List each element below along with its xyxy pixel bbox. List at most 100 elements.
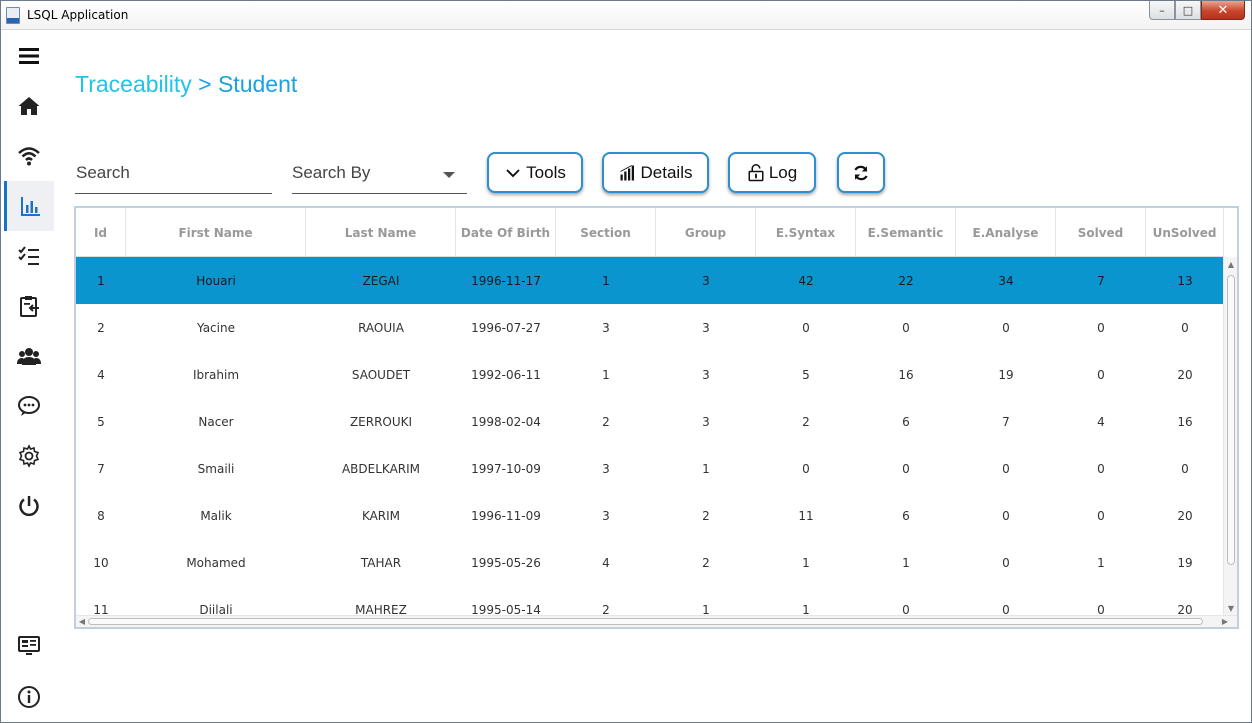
cell-e-analyse: 7 (1002, 414, 1010, 429)
table-row[interactable]: 7 Smaili ABDELKARIM 1997-10-09 3 1 0 0 0 0 0 (76, 445, 1224, 492)
column-header-e-analyse[interactable]: E.Analyse (956, 208, 1056, 257)
cell-solved: 0 (1097, 367, 1105, 382)
breadcrumb-root[interactable]: Traceability (75, 71, 192, 97)
scroll-up-icon[interactable]: ▲ (1224, 257, 1237, 271)
table-row-selected[interactable]: 1 Houari ZEGAI 1996-11-17 1 3 42 22 34 7 13 (76, 257, 1224, 304)
cell-e-semantic: 0 (902, 602, 910, 615)
title-bar[interactable]: LSQL Application – □ ✕ (1, 1, 1251, 30)
search-by-label: Search By (292, 163, 371, 182)
close-button[interactable]: ✕ (1201, 1, 1245, 20)
wifi-icon[interactable] (4, 131, 54, 181)
cell-e-analyse: 0 (1002, 320, 1010, 335)
signal-bars-icon (619, 164, 634, 180)
cell-unsolved: 20 (1177, 367, 1193, 382)
cell-date-of-birth: 1996-11-09 (471, 508, 541, 523)
log-button[interactable]: Log (728, 152, 816, 193)
cell-first-name: Houari (196, 273, 236, 288)
cell-e-analyse: 0 (1002, 602, 1010, 615)
cell-group: 2 (702, 508, 710, 523)
cell-e-analyse: 0 (1002, 508, 1010, 523)
cell-e-semantic: 22 (898, 273, 914, 288)
cell-group: 3 (702, 367, 710, 382)
cell-group: 3 (702, 414, 710, 429)
scroll-down-icon[interactable]: ▼ (1224, 601, 1237, 615)
cell-group: 3 (702, 273, 710, 288)
cell-solved: 0 (1097, 508, 1105, 523)
cell-e-analyse: 34 (998, 273, 1014, 288)
table-body: 1 Houari ZEGAI 1996-11-17 1 3 42 22 34 7 13 2 Yacine… (76, 257, 1224, 614)
cell-id: 4 (97, 367, 105, 382)
vertical-scroll-thumb[interactable] (1227, 275, 1235, 565)
info-icon[interactable] (4, 672, 54, 722)
cell-first-name: Djilali (199, 602, 233, 615)
cell-e-semantic: 6 (902, 508, 910, 523)
gear-icon[interactable] (4, 431, 54, 481)
cell-date-of-birth: 1998-02-04 (471, 414, 541, 429)
cell-e-analyse: 0 (1002, 555, 1010, 570)
tools-button[interactable]: Tools (487, 152, 583, 193)
column-header-e-syntax[interactable]: E.Syntax (756, 208, 856, 257)
window-title: LSQL Application (27, 8, 129, 22)
search-field (75, 156, 272, 194)
cell-e-analyse: 0 (1002, 461, 1010, 476)
horizontal-scrollbar[interactable]: ◀ ▶ (76, 615, 1237, 627)
cell-e-syntax: 0 (802, 320, 810, 335)
cell-section: 2 (602, 602, 610, 615)
scroll-right-icon[interactable]: ▶ (1219, 616, 1231, 627)
column-header-last-name[interactable]: Last Name (306, 208, 456, 257)
dashboard-icon[interactable] (4, 621, 54, 671)
details-button[interactable]: Details (602, 152, 709, 193)
cell-solved: 0 (1097, 602, 1105, 615)
sidebar (1, 31, 56, 722)
column-header-solved[interactable]: Solved (1056, 208, 1146, 257)
table-row[interactable]: 5 Nacer ZERROUKI 1998-02-04 2 3 2 6 7 4 16 (76, 398, 1224, 445)
users-icon[interactable] (4, 331, 54, 381)
table-row[interactable]: 2 Yacine RAOUIA 1996-07-27 3 3 0 0 0 0 0 (76, 304, 1224, 351)
vertical-scrollbar[interactable]: ▲ ▼ (1223, 257, 1237, 615)
app-logo-icon (6, 7, 20, 24)
cell-first-name: Malik (200, 508, 232, 523)
column-header-group[interactable]: Group (656, 208, 756, 257)
cell-first-name: Nacer (198, 414, 234, 429)
cell-e-syntax: 11 (798, 508, 814, 523)
column-header-first-name[interactable]: First Name (126, 208, 306, 257)
minimize-button[interactable]: – (1149, 1, 1175, 20)
table-row[interactable]: 11 Djilali MAHREZ 1995-05-14 2 1 1 0 0 0 20 (76, 586, 1224, 615)
refresh-button[interactable] (837, 152, 885, 193)
menu-icon[interactable] (4, 31, 54, 81)
horizontal-scroll-thumb[interactable] (88, 618, 1203, 625)
table-row[interactable]: 4 Ibrahim SAOUDET 1992-06-11 1 3 5 16 19 0 20 (76, 351, 1224, 398)
home-icon[interactable] (4, 81, 54, 131)
cell-section: 3 (602, 320, 610, 335)
cell-e-semantic: 6 (902, 414, 910, 429)
refresh-icon (854, 165, 868, 180)
cell-id: 8 (97, 508, 105, 523)
cell-last-name: ZEGAI (362, 273, 400, 288)
column-header-section[interactable]: Section (556, 208, 656, 257)
table-row[interactable]: 8 Malik KARIM 1996-11-09 3 2 11 6 0 0 20 (76, 492, 1224, 539)
cell-last-name: KARIM (361, 508, 401, 523)
cell-e-syntax: 5 (802, 367, 810, 382)
maximize-button[interactable]: □ (1175, 1, 1201, 20)
cell-group: 1 (702, 602, 710, 615)
checklist-icon[interactable] (4, 231, 54, 281)
scroll-left-icon[interactable]: ◀ (76, 616, 88, 627)
cell-id: 2 (97, 320, 105, 335)
bar-chart-icon[interactable] (4, 181, 54, 231)
search-input[interactable] (75, 156, 272, 190)
cell-last-name: TAHAR (360, 555, 402, 570)
power-icon[interactable] (4, 481, 54, 531)
search-by-dropdown[interactable]: Search By (292, 156, 467, 194)
cell-group: 3 (702, 320, 710, 335)
column-header-id[interactable]: Id (76, 208, 126, 257)
cell-id: 10 (93, 555, 109, 570)
cell-section: 1 (602, 367, 610, 382)
table-row[interactable]: 10 Mohamed TAHAR 1995-05-26 4 2 1 1 0 1 19 (76, 539, 1224, 586)
column-header-e-semantic[interactable]: E.Semantic (856, 208, 956, 257)
column-header-date-of-birth[interactable]: Date Of Birth (456, 208, 556, 257)
chat-icon[interactable] (4, 381, 54, 431)
cell-last-name: ZERROUKI (349, 414, 413, 429)
clipboard-icon[interactable] (4, 281, 54, 331)
log-button-label: Log (768, 162, 798, 182)
column-header-unsolved[interactable]: UnSolved (1146, 208, 1224, 257)
